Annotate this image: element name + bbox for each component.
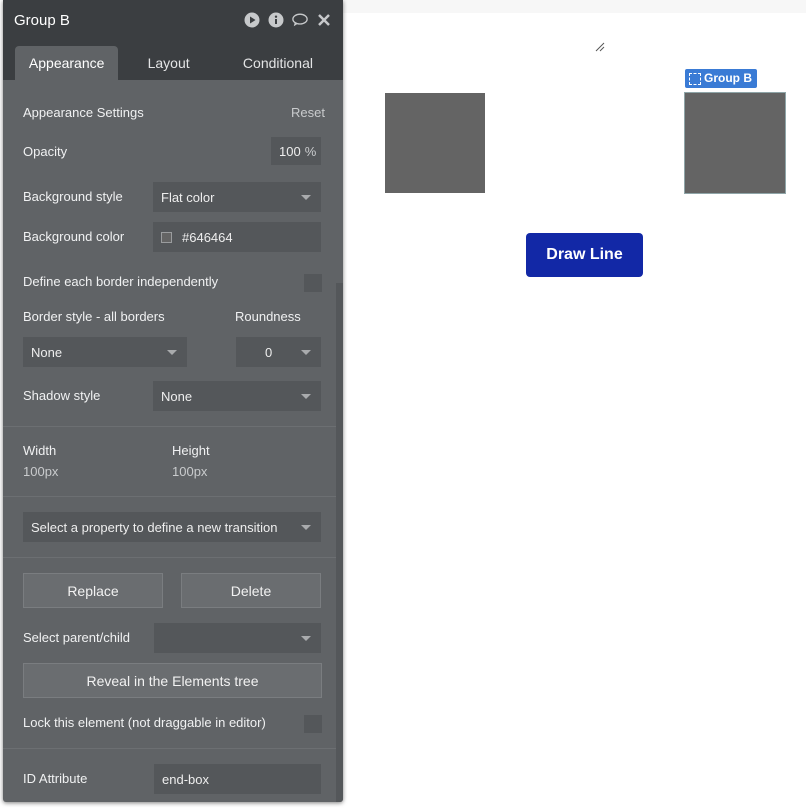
appearance-settings-heading: Appearance Settings [23,105,144,120]
panel-header: Group B [3,0,343,40]
opacity-label: Opacity [23,144,68,159]
id-attribute-label: ID Attribute [23,771,88,786]
transition-placeholder: Select a property to define a new transi… [31,519,278,535]
border-independent-label: Define each border independently [23,274,219,289]
border-independent-checkbox[interactable] [304,274,322,292]
chevron-down-icon [301,394,311,399]
tab-layout[interactable]: Layout [124,46,213,80]
id-attribute-value: end-box [162,771,209,787]
transition-property-select[interactable]: Select a property to define a new transi… [23,512,321,542]
height-label: Height [172,443,210,458]
parent-child-select[interactable] [154,623,321,653]
section-divider [3,496,343,497]
chevron-down-icon [301,525,311,530]
lock-element-label: Lock this element (not draggable in edit… [23,715,266,730]
opacity-unit: % [304,143,317,159]
start-box[interactable] [385,93,485,193]
tab-appearance[interactable]: Appearance [15,46,119,80]
resize-handle-icon[interactable] [595,42,605,52]
id-attribute-input[interactable]: end-box [154,764,321,794]
roundness-label: Roundness [235,309,301,324]
draw-line-button[interactable]: Draw Line [526,233,643,277]
info-icon[interactable] [268,12,284,28]
canvas-top-strip [343,0,806,13]
background-style-select[interactable]: Flat color [153,182,321,212]
end-box[interactable] [684,92,786,194]
section-divider [3,748,343,749]
group-select-icon [689,72,701,85]
replace-button[interactable]: Replace [23,573,163,608]
shadow-style-value: None [161,388,193,404]
opacity-value: 100 [279,143,301,159]
opacity-field[interactable]: 100 % [271,137,321,165]
background-style-value: Flat color [161,189,215,205]
chevron-down-icon [301,195,311,200]
lock-element-checkbox[interactable] [304,715,322,733]
color-swatch-icon[interactable] [161,231,172,243]
reset-link[interactable]: Reset [291,105,325,120]
selected-element-name: Group B [704,71,752,85]
comment-icon[interactable] [292,12,308,28]
delete-button[interactable]: Delete [181,573,321,608]
width-label: Width [23,443,57,458]
border-style-select[interactable]: None [23,337,187,367]
selected-element-label: Group B [685,69,757,88]
border-style-label: Border style - all borders [23,309,165,324]
roundness-select[interactable]: 0 [236,337,321,367]
chevron-down-icon [167,350,177,355]
panel-tabs: Appearance Layout Conditional [3,40,343,80]
panel-title: Group B [14,11,70,29]
roundness-value: 0 [265,344,273,360]
close-icon[interactable] [316,12,332,28]
property-editor-panel: Group B Appearance Layout Conditional Ap… [3,0,343,802]
tab-conditional[interactable]: Conditional [219,46,337,80]
height-value: 100px [172,464,208,479]
shadow-style-label: Shadow style [23,388,101,403]
width-value: 100px [23,464,59,479]
chevron-down-icon [301,636,311,641]
background-color-value: #646464 [182,229,233,245]
section-divider [3,426,343,427]
background-color-label: Background color [23,229,125,244]
parent-child-label: Select parent/child [23,630,130,645]
background-style-label: Background style [23,189,123,204]
background-color-field[interactable]: #646464 [153,222,321,252]
border-style-value: None [31,344,63,360]
reveal-elements-tree-button[interactable]: Reveal in the Elements tree [23,663,322,698]
play-icon[interactable] [244,12,260,28]
section-divider [3,557,343,558]
panel-scrollbar[interactable] [336,283,343,802]
shadow-style-select[interactable]: None [153,381,321,411]
chevron-down-icon [301,350,311,355]
